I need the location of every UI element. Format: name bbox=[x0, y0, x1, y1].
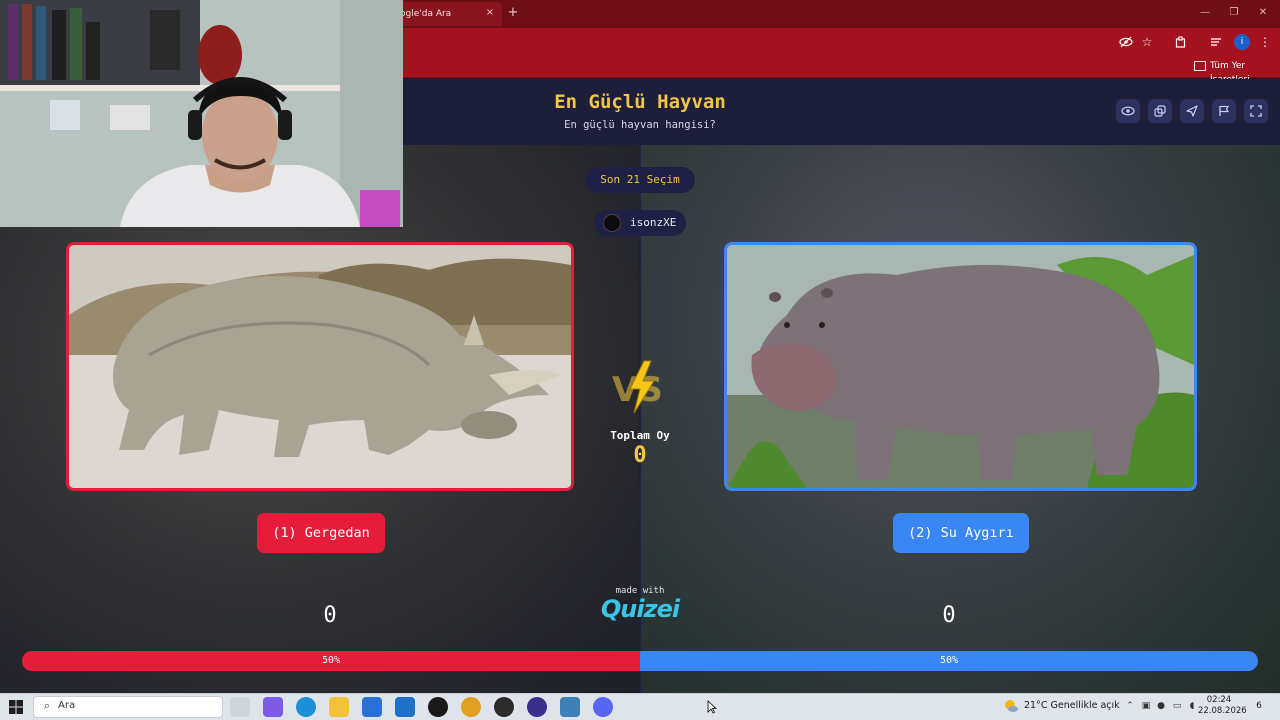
quiz-subtitle: En güçlü hayvan hangisi? bbox=[564, 119, 716, 131]
star-icon[interactable]: ☆ bbox=[1138, 33, 1156, 51]
obs-icon[interactable] bbox=[494, 697, 514, 717]
recent-choices-button[interactable]: Son 21 Seçim bbox=[585, 167, 695, 193]
clock-date[interactable]: 22.08.2026 bbox=[1198, 706, 1247, 716]
quiz-title: En Güçlü Hayvan bbox=[554, 91, 726, 113]
network-icon[interactable]: ▭ bbox=[1171, 699, 1183, 713]
tray-app-icon[interactable]: ▣ bbox=[1140, 699, 1152, 713]
versus-icon: VS bbox=[612, 360, 663, 414]
vote-count-left: 0 bbox=[323, 603, 337, 628]
minimize-icon[interactable]: — bbox=[1198, 6, 1212, 20]
hippo-image bbox=[727, 245, 1194, 488]
copilot-icon[interactable] bbox=[263, 697, 283, 717]
weather-text[interactable]: 21°C Genellikle açık bbox=[1024, 700, 1120, 711]
chrome-icon[interactable] bbox=[461, 697, 481, 717]
choice-button-right[interactable]: (2) Su Aygırı bbox=[893, 513, 1029, 553]
windows-start-icon[interactable] bbox=[8, 699, 24, 715]
new-tab-button[interactable]: + bbox=[506, 5, 520, 21]
webcam-overlay bbox=[0, 0, 403, 227]
total-votes-value: 0 bbox=[633, 443, 647, 468]
discord-icon[interactable] bbox=[593, 697, 613, 717]
rhino-image bbox=[69, 245, 571, 488]
file-explorer-icon[interactable] bbox=[329, 697, 349, 717]
flag-icon[interactable] bbox=[1212, 99, 1236, 123]
progress-bar-left: 50% bbox=[22, 651, 640, 671]
webcam-video bbox=[0, 0, 403, 227]
volume-icon[interactable]: ◖ bbox=[1186, 699, 1198, 713]
choice-card-right[interactable] bbox=[724, 242, 1197, 491]
weather-icon[interactable] bbox=[1003, 698, 1019, 714]
window-close-icon[interactable]: ✕ bbox=[1256, 6, 1270, 20]
microphone-icon[interactable]: ● bbox=[1155, 699, 1167, 713]
app-dark-icon[interactable] bbox=[428, 697, 448, 717]
eye-icon[interactable] bbox=[1116, 99, 1140, 123]
username: isonzXE bbox=[630, 216, 677, 229]
browser-tab-title: ogle'da Ara bbox=[400, 9, 452, 19]
quizei-logo[interactable]: Quizei bbox=[590, 595, 690, 623]
task-view-icon[interactable] bbox=[230, 697, 250, 717]
edge-icon[interactable] bbox=[296, 697, 316, 717]
mail-icon[interactable] bbox=[395, 697, 415, 717]
vote-count-right: 0 bbox=[942, 603, 956, 628]
chevron-up-icon[interactable]: ⌃ bbox=[1124, 699, 1136, 713]
menu-icon[interactable]: ⋮ bbox=[1256, 33, 1274, 51]
folder-icon bbox=[1194, 61, 1206, 71]
app-circle-icon[interactable] bbox=[527, 697, 547, 717]
reading-list-icon[interactable] bbox=[1207, 33, 1225, 51]
app-puzzle-icon[interactable] bbox=[560, 697, 580, 717]
restore-icon[interactable]: ❐ bbox=[1227, 6, 1241, 20]
clock-time[interactable]: 02:24 bbox=[1198, 695, 1240, 705]
duplicate-icon[interactable] bbox=[1148, 99, 1172, 123]
notification-badge[interactable]: 6 bbox=[1252, 699, 1266, 713]
fullscreen-icon[interactable] bbox=[1244, 99, 1268, 123]
tab-close-icon[interactable]: × bbox=[484, 7, 496, 19]
choice-button-left[interactable]: (1) Gergedan bbox=[257, 513, 385, 553]
user-avatar bbox=[603, 214, 621, 232]
search-icon: ⌕ bbox=[43, 699, 51, 712]
store-icon[interactable] bbox=[362, 697, 382, 717]
extensions-icon[interactable] bbox=[1172, 33, 1190, 51]
progress-bar-right: 50% bbox=[640, 651, 1258, 671]
total-votes-label: Toplam Oy bbox=[610, 429, 670, 442]
mouse-cursor-icon bbox=[707, 700, 717, 714]
search-placeholder: Ara bbox=[58, 700, 76, 711]
choice-card-left[interactable] bbox=[66, 242, 574, 491]
send-icon[interactable] bbox=[1180, 99, 1204, 123]
eye-off-icon[interactable] bbox=[1117, 33, 1135, 51]
profile-avatar[interactable]: i bbox=[1234, 34, 1250, 50]
